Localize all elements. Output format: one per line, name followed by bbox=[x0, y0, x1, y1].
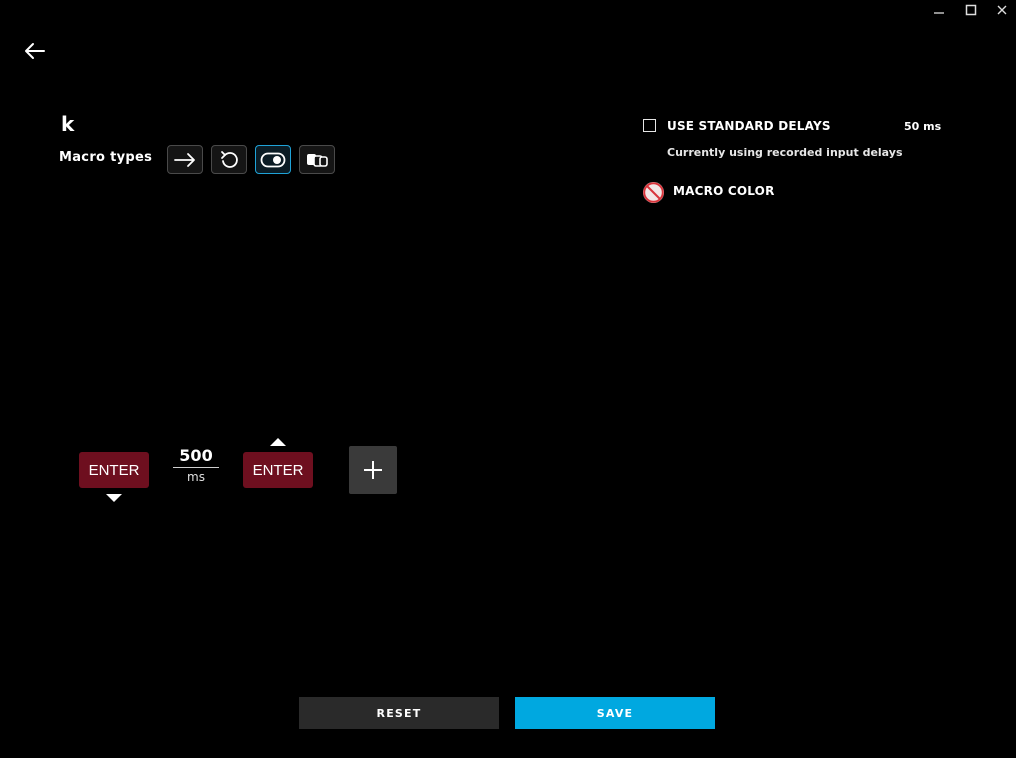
minimize-button[interactable] bbox=[924, 0, 954, 20]
repeat-icon bbox=[221, 150, 238, 168]
save-button[interactable]: SAVE bbox=[515, 697, 715, 729]
macro-type-toggle-button[interactable] bbox=[255, 145, 291, 174]
macro-type-repeat-button[interactable] bbox=[211, 145, 247, 174]
back-arrow-icon bbox=[25, 43, 45, 59]
use-standard-delays-label: USE STANDARD DELAYS bbox=[667, 119, 831, 133]
toggle-icon bbox=[260, 152, 286, 167]
close-icon bbox=[997, 5, 1007, 15]
delay-note: Currently using recorded input delays bbox=[667, 146, 903, 159]
plus-icon bbox=[364, 461, 382, 479]
key-step-enter-up[interactable]: ENTER bbox=[243, 452, 313, 488]
arrow-right-icon bbox=[174, 152, 195, 167]
use-standard-delays-checkbox[interactable] bbox=[643, 119, 656, 132]
page-title: k bbox=[61, 112, 75, 136]
macro-type-no-repeat-button[interactable] bbox=[167, 145, 203, 174]
minimize-icon bbox=[934, 12, 944, 14]
key-down-indicator-icon bbox=[106, 494, 122, 502]
add-step-button[interactable] bbox=[349, 446, 397, 494]
key-step-enter-down[interactable]: ENTER bbox=[79, 452, 149, 488]
back-button[interactable] bbox=[20, 40, 50, 62]
delay-step[interactable]: 500 ms bbox=[173, 446, 219, 486]
maximize-icon bbox=[965, 4, 977, 16]
key-up-indicator-icon bbox=[270, 438, 286, 446]
macro-color-label: MACRO COLOR bbox=[673, 184, 775, 198]
delay-unit: ms bbox=[187, 470, 205, 484]
close-button[interactable] bbox=[987, 0, 1016, 20]
standard-delay-value: 50 ms bbox=[904, 120, 942, 133]
no-color-icon bbox=[643, 182, 664, 203]
delay-value: 500 bbox=[173, 446, 219, 468]
macro-type-sequence-button[interactable] bbox=[299, 145, 335, 174]
sequence-icon bbox=[307, 153, 328, 167]
macro-types-label: Macro types bbox=[59, 150, 153, 165]
reset-button[interactable]: RESET bbox=[299, 697, 499, 729]
macro-color-button[interactable] bbox=[642, 181, 665, 204]
maximize-button[interactable] bbox=[956, 0, 986, 20]
